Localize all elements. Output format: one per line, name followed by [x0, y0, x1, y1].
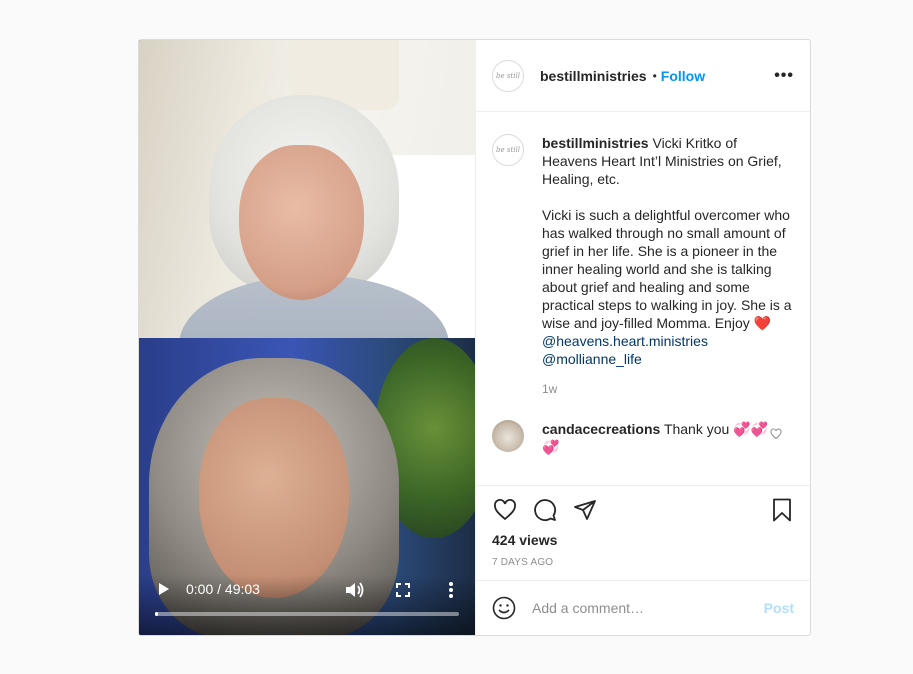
post-header: be still bestillministries • Follow ••• [476, 40, 810, 112]
caption: be still bestillministries Vicki Kritko … [492, 134, 794, 398]
author-username[interactable]: bestillministries [540, 68, 647, 84]
caption-username[interactable]: bestillministries [542, 135, 649, 151]
add-comment-bar: Post [476, 580, 810, 635]
commenter-username[interactable]: candacecreations [542, 421, 660, 437]
fullscreen-icon[interactable] [396, 583, 410, 597]
caption-time-ago[interactable]: 1w [542, 380, 794, 398]
video-progress-fill [155, 612, 159, 616]
heart-icon[interactable] [492, 498, 518, 522]
volume-icon[interactable] [345, 581, 365, 599]
avatar-logo-text: be still [496, 71, 520, 80]
comment-input[interactable] [532, 600, 764, 616]
mention-link[interactable]: @mollianne_life [542, 350, 794, 368]
follow-button[interactable]: Follow [661, 68, 705, 84]
caption-avatar[interactable]: be still [492, 134, 524, 166]
author-avatar[interactable]: be still [492, 59, 524, 92]
video-player[interactable]: 0:00 / 49:03 [139, 40, 475, 635]
video-progress-bar[interactable] [155, 612, 459, 616]
post-card: 0:00 / 49:03 be still bestillministries … [138, 39, 811, 636]
video-frame-top [139, 40, 475, 338]
caption-paragraph: Vicki is such a delightful overcomer who… [542, 206, 794, 332]
separator-dot: • [652, 68, 657, 83]
comment-like-icon[interactable] [770, 428, 782, 440]
host-face [199, 398, 349, 598]
post-actions: 424 views 7 DAYS AGO [476, 485, 810, 580]
caption-line2: Vicki is such a delightful overcomer who… [542, 207, 792, 331]
bookmark-icon[interactable] [770, 497, 794, 523]
more-icon[interactable]: ••• [774, 67, 794, 85]
comments-section: be still bestillministries Vicki Kritko … [476, 112, 810, 485]
mention-link[interactable]: @heavens.heart.ministries [542, 332, 794, 350]
post-side-panel: be still bestillministries • Follow ••• … [475, 40, 810, 635]
video-controls: 0:00 / 49:03 [139, 575, 475, 635]
comment-item: candacecreations Thank you 💞💞💞 [492, 420, 794, 456]
speaker-face [239, 145, 364, 300]
post-button[interactable]: Post [764, 600, 794, 616]
post-date[interactable]: 7 DAYS AGO [492, 557, 794, 568]
video-timecode: 0:00 / 49:03 [186, 581, 260, 597]
heart-emoji: ❤️ [753, 315, 772, 331]
emoji-icon[interactable] [492, 596, 516, 620]
comment-body: Thank you [663, 421, 730, 437]
more-vert-icon[interactable] [448, 581, 454, 599]
view-count[interactable]: 424 views [492, 532, 794, 548]
play-icon[interactable] [159, 583, 169, 595]
action-icons [492, 496, 794, 524]
share-icon[interactable] [572, 498, 598, 522]
comment-text: candacecreations Thank you 💞💞💞 [542, 420, 774, 456]
commenter-avatar[interactable] [492, 420, 524, 452]
comment-icon[interactable] [532, 498, 558, 522]
avatar-logo-text: be still [496, 146, 520, 154]
caption-text: bestillministries Vicki Kritko of Heaven… [542, 134, 794, 398]
